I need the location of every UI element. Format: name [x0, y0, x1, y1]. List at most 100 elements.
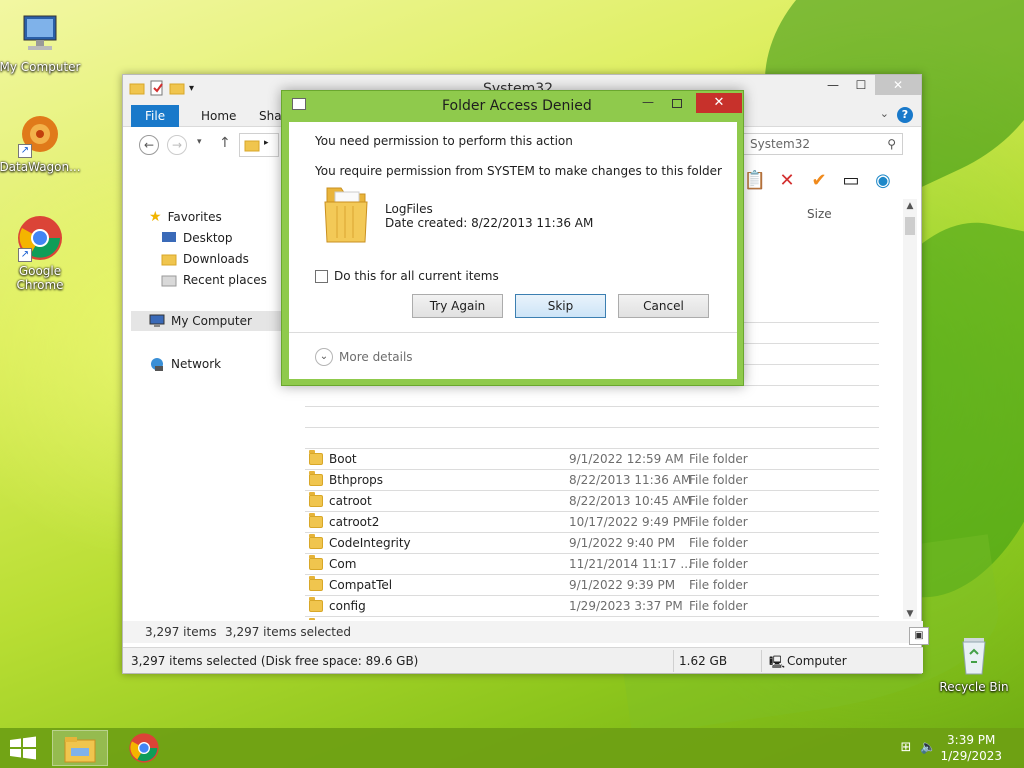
properties-icon[interactable] — [149, 80, 165, 96]
file-type-cell: File folder — [689, 557, 748, 571]
status-bar: 3,297 items 3,297 items selected ☰ ▣ — [123, 621, 929, 645]
close-button[interactable]: ✕ — [875, 75, 921, 95]
nav-recent-places[interactable]: Recent places — [161, 273, 267, 287]
file-type-cell: File folder — [689, 515, 748, 529]
nav-label: Recent places — [183, 273, 267, 287]
try-again-button[interactable]: Try Again — [412, 294, 503, 318]
large-icons-view-icon[interactable]: ▣ — [909, 627, 929, 645]
nav-network[interactable]: Network — [149, 357, 221, 371]
dialog-maximize-button[interactable] — [672, 99, 682, 108]
nav-downloads[interactable]: Downloads — [161, 252, 249, 266]
folder-icon — [309, 471, 323, 486]
nav-label: Desktop — [183, 231, 233, 245]
nav-label: Downloads — [183, 252, 249, 266]
checkbox-label: Do this for all current items — [334, 269, 499, 283]
maximize-button[interactable]: ☐ — [847, 75, 875, 95]
taskbar-clock[interactable]: 3:39 PM 1/29/2023 — [940, 732, 1002, 764]
clock-time: 3:39 PM — [947, 733, 996, 747]
tab-home[interactable]: Home — [187, 105, 250, 127]
address-bar[interactable]: ▸ — [239, 133, 279, 157]
table-row[interactable]: catroot 8/22/2013 10:45 AM File folder — [305, 491, 879, 512]
nav-my-computer[interactable]: My Computer — [131, 311, 281, 331]
table-row[interactable]: catroot2 10/17/2022 9:49 PM File folder — [305, 512, 879, 533]
shortcut-arrow-icon: ↗ — [18, 144, 32, 158]
recycle-bin-icon — [950, 630, 998, 678]
taskbar-file-explorer[interactable] — [52, 730, 108, 766]
table-row[interactable]: config 1/29/2023 3:37 PM File folder — [305, 596, 879, 617]
search-icon: ⚲ — [887, 137, 896, 151]
table-row[interactable] — [305, 407, 879, 428]
desktop-icon-label: My Computer — [0, 60, 81, 74]
new-folder-icon[interactable] — [169, 80, 185, 96]
up-button[interactable]: ↑ — [219, 135, 231, 151]
check-icon[interactable]: ✔ — [807, 169, 831, 193]
scrollbar-thumb[interactable] — [905, 217, 915, 235]
scroll-down-icon[interactable]: ▼ — [903, 609, 917, 619]
checkbox[interactable] — [315, 269, 328, 283]
file-type-cell: File folder — [689, 599, 748, 613]
desktop-icon-datawagon[interactable]: ↗ DataWagon... — [0, 110, 82, 174]
expand-ribbon-icon[interactable]: ⌄ — [880, 107, 889, 120]
table-row[interactable]: Boot 9/1/2022 12:59 AM File folder — [305, 449, 879, 470]
dialog-close-button[interactable]: ✕ — [696, 93, 742, 113]
desktop-icon-chrome[interactable]: ↗ Google Chrome — [0, 214, 82, 292]
dialog-file-date: Date created: 8/22/2013 11:36 AM — [385, 216, 594, 230]
column-header-size[interactable]: Size — [807, 207, 832, 221]
table-row[interactable] — [305, 386, 879, 407]
table-row[interactable]: Configuration8/22/2013 11:36 AMFile fold… — [305, 617, 879, 620]
recent-places-icon — [161, 275, 177, 287]
file-type-cell: File folder — [689, 536, 748, 550]
folder-icon[interactable] — [129, 80, 145, 96]
customize-qat-icon[interactable]: ▾ — [189, 83, 194, 94]
desktop-icon-recycle-bin[interactable]: Recycle Bin — [932, 630, 1016, 694]
table-row[interactable]: Com 11/21/2014 11:17 ... File folder — [305, 554, 879, 575]
table-row[interactable] — [305, 428, 879, 449]
delete-icon[interactable]: ✕ — [775, 169, 799, 193]
taskbar-chrome[interactable] — [116, 730, 172, 766]
table-row[interactable]: CompatTel 9/1/2022 9:39 PM File folder — [305, 575, 879, 596]
cancel-button[interactable]: Cancel — [618, 294, 709, 318]
dialog-message-title: You need permission to perform this acti… — [315, 134, 573, 148]
table-row[interactable]: Bthprops 8/22/2013 11:36 AM File folder — [305, 470, 879, 491]
rename-icon[interactable]: ▭ — [839, 169, 863, 193]
paste-icon[interactable]: 📋 — [743, 169, 767, 193]
nav-favorites[interactable]: ★ Favorites — [149, 209, 222, 225]
search-placeholder: System32 — [750, 137, 811, 151]
help-icon[interactable]: ? — [897, 107, 913, 123]
chrome-icon: ↗ — [16, 214, 64, 262]
status-selected-count: 3,297 items selected — [225, 625, 351, 639]
apply-to-all-checkbox[interactable]: Do this for all current items — [315, 269, 499, 283]
recent-locations-icon[interactable]: ▾ — [197, 137, 202, 147]
globe-icon[interactable]: ◉ — [871, 169, 895, 193]
skip-button[interactable]: Skip — [515, 294, 606, 318]
file-date-cell: 11/21/2014 11:17 ... — [569, 557, 692, 571]
search-input[interactable]: System32 ⚲ — [743, 133, 903, 155]
dialog-title-bar[interactable]: Folder Access Denied — ✕ — [282, 91, 743, 121]
forward-button[interactable]: → — [167, 135, 187, 155]
scroll-up-icon[interactable]: ▲ — [903, 201, 917, 211]
tab-file[interactable]: File — [131, 105, 180, 127]
divider — [761, 650, 762, 672]
file-date-cell: 10/17/2022 9:49 PM — [569, 515, 691, 529]
status-item-count: 3,297 items — [145, 625, 217, 639]
back-button[interactable]: ← — [139, 135, 159, 155]
datawagon-icon: ↗ — [16, 110, 64, 158]
more-details-toggle[interactable]: ⌄ More details — [315, 348, 413, 366]
desktop-icon-my-computer[interactable]: My Computer — [0, 10, 82, 74]
folder-icon — [309, 513, 323, 528]
start-button[interactable] — [8, 736, 38, 760]
details-size: 1.62 GB — [679, 654, 728, 668]
minimize-button[interactable]: — — [819, 75, 847, 95]
network-status-icon[interactable]: ⊞ — [898, 740, 914, 756]
table-row[interactable]: CodeIntegrity 9/1/2022 9:40 PM File folder — [305, 533, 879, 554]
file-name-cell: Com — [329, 557, 357, 571]
dialog-minimize-button[interactable]: — — [642, 95, 654, 109]
file-date-cell: 8/22/2013 10:45 AM — [569, 494, 692, 508]
file-date-cell: 9/1/2022 9:40 PM — [569, 536, 676, 550]
nav-desktop[interactable]: Desktop — [161, 231, 233, 245]
dialog-app-icon — [292, 98, 306, 110]
window-controls: — ☐ ✕ — [819, 75, 921, 95]
vertical-scrollbar[interactable]: ▲ ▼ — [903, 199, 917, 619]
details-location: Computer — [787, 654, 847, 668]
volume-icon[interactable]: 🔈 — [920, 740, 936, 756]
